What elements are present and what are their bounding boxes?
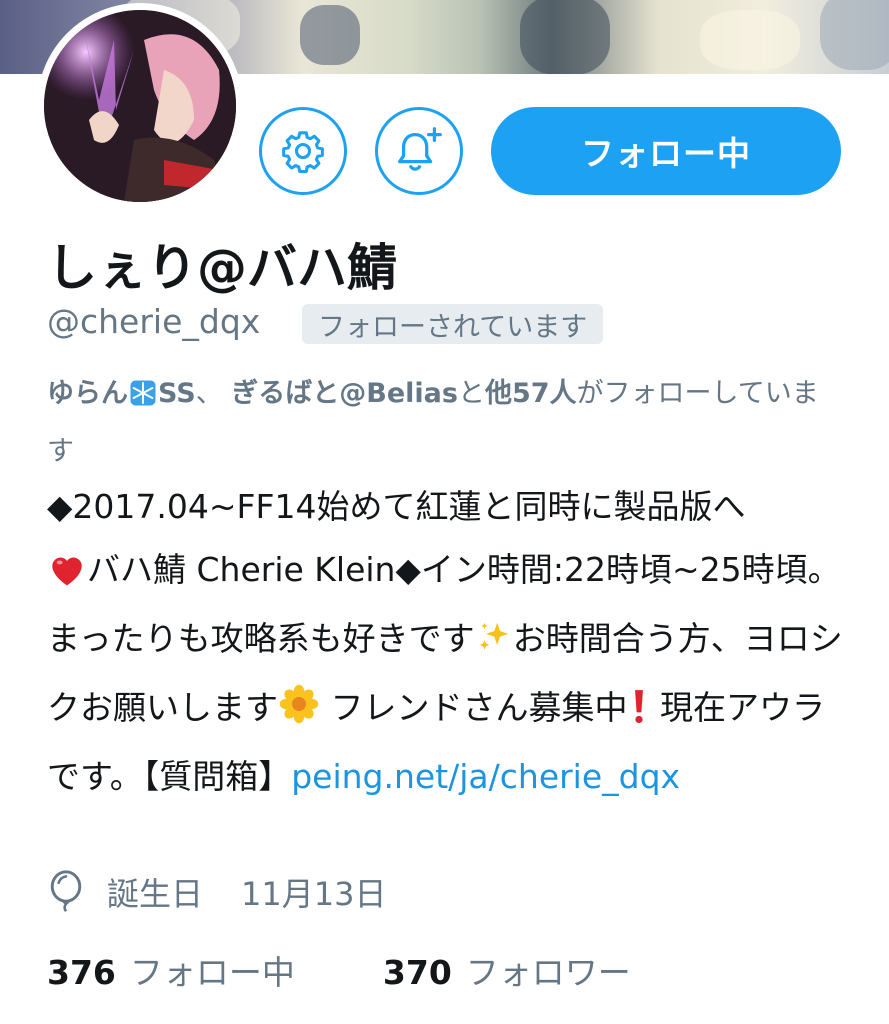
- sparkles-emoji-icon: [475, 613, 513, 676]
- bell-plus-icon: [398, 127, 442, 171]
- following-button[interactable]: フォロー中: [491, 107, 841, 195]
- avatar-image: [44, 10, 236, 202]
- display-name: しぇり@バハ鯖: [47, 239, 397, 297]
- birthday-label: 誕生日: [107, 875, 204, 913]
- exclamation-emoji-icon: [628, 682, 650, 745]
- follower-user1[interactable]: ゆらん: [47, 378, 128, 409]
- following-count: 376: [47, 953, 116, 992]
- balloon-icon: [50, 870, 82, 913]
- birthday-value: 11月13日: [241, 875, 387, 913]
- followers-label: フォロワー: [465, 953, 631, 992]
- avatar[interactable]: [37, 3, 243, 209]
- followers-count: 370: [382, 953, 452, 992]
- following-label: フォロー中: [129, 953, 295, 992]
- blossom-emoji-icon: [278, 682, 320, 745]
- bio-line1: ◆2017.04~FF14始めて紅蓮と同時に製品版へ: [47, 487, 746, 526]
- heart-emoji-icon: [47, 544, 87, 607]
- notifications-button[interactable]: [375, 107, 463, 195]
- snowflake-emoji-icon: [128, 374, 158, 426]
- follows-you-badge: フォローされています: [302, 304, 604, 344]
- follower-user2[interactable]: ぎるばと@Belias: [231, 378, 458, 409]
- separator-text: 、: [195, 378, 223, 409]
- handle[interactable]: @cherie_dqx: [47, 302, 260, 341]
- bio-link[interactable]: peing.net/ja/cherie_dqx: [291, 757, 680, 796]
- followers-stat[interactable]: 370 フォロワー: [383, 946, 631, 994]
- following-stat[interactable]: 376 フォロー中: [47, 946, 295, 994]
- settings-button[interactable]: [259, 107, 347, 195]
- birthday-row: 誕生日 11月13日: [47, 866, 386, 918]
- follower-others[interactable]: 他57人: [485, 378, 577, 409]
- gear-icon: [282, 131, 324, 174]
- follower-user1-suffix[interactable]: SS: [158, 378, 196, 409]
- stats-row: 376 フォロー中 370 フォロワー: [47, 944, 631, 996]
- connector-text: と: [457, 378, 485, 409]
- bio-seg4: フレンドさん募集中: [320, 688, 628, 727]
- followed-by-text[interactable]: ゆらん SS、 ぎるばと@Beliasと他57人がフォローしています: [47, 368, 837, 478]
- bio: ◆2017.04~FF14始めて紅蓮と同時に製品版へ バハ鯖 Cherie Kle…: [47, 475, 847, 808]
